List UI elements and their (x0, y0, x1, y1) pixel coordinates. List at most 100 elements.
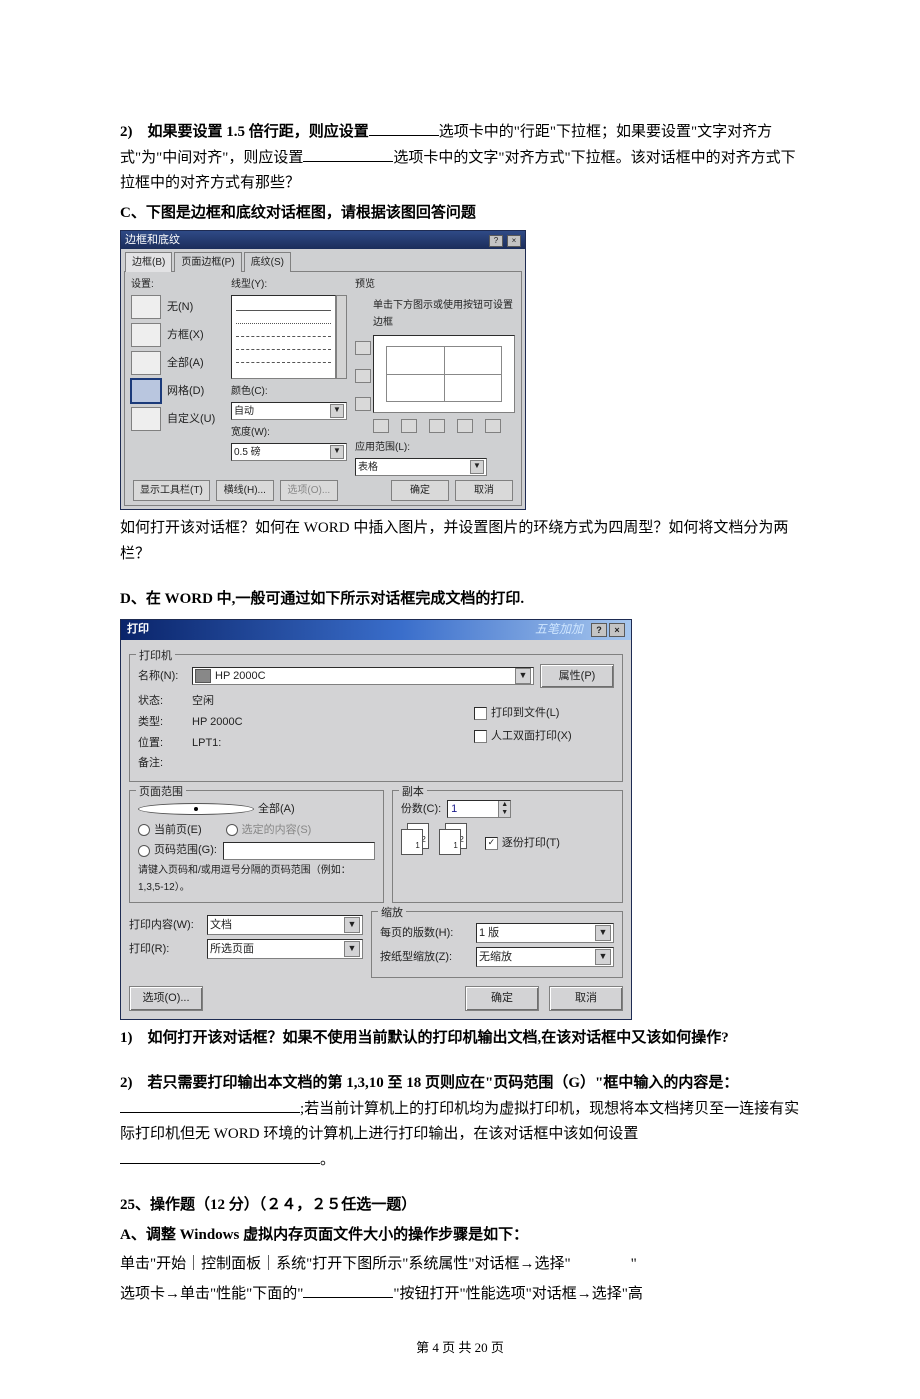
qd2-lead: 2) 若只需要打印输出本文档的第 1,3,10 至 18 页则应在"页码范围（G… (120, 1075, 738, 1091)
border-vmid-button[interactable] (429, 419, 445, 433)
chevron-down-icon: ▼ (344, 941, 360, 957)
range-pages-label: 页码范围(G): (154, 841, 217, 860)
content-value: 文档 (210, 916, 232, 935)
color-value: 自动 (234, 403, 254, 420)
blank-4[interactable] (120, 1148, 320, 1164)
style-scrollbar[interactable] (336, 295, 347, 379)
blank-1[interactable] (369, 120, 439, 136)
border-diag2-button[interactable] (485, 419, 501, 433)
persheet-value: 1 版 (479, 924, 499, 943)
preview-box[interactable] (373, 335, 515, 413)
spin-down-icon[interactable]: ▼ (498, 809, 510, 817)
loc-value: LPT1: (192, 734, 221, 753)
setting-custom[interactable]: 自定义(U) (131, 407, 223, 431)
setting-none-label: 无(N) (167, 298, 193, 317)
name-label: 名称(N): (138, 667, 186, 686)
options-button-disabled: 选项(O)... (280, 480, 338, 501)
range-legend: 页面范围 (136, 783, 186, 802)
status-value: 空闲 (192, 692, 214, 711)
border-left-button[interactable] (401, 419, 417, 433)
range-pages-radio[interactable]: 页码范围(G): (138, 841, 217, 860)
ok-button[interactable]: 确定 (465, 986, 539, 1011)
page-range-group: 页面范围 全部(A) 当前页(E) 选定的内容(S) 页码范围(G): 请键入页… (129, 790, 384, 903)
after-dialog1-question: 如何打开该对话框？如何在 WORD 中插入图片，并设置图片的环绕方式为四周型？如… (120, 516, 800, 567)
dialog2-body: 打印机 名称(N): HP 2000C ▼ 属性(P) 状态:空闲 (121, 640, 631, 1019)
width-value: 0.5 磅 (234, 444, 261, 461)
border-right-button[interactable] (457, 419, 473, 433)
close-icon[interactable]: × (507, 235, 521, 247)
q25-heading: 25、操作题（12 分）（２４，２５任选一题） (120, 1193, 800, 1219)
close-icon[interactable]: × (609, 623, 625, 637)
tab-shading[interactable]: 底纹(S) (244, 252, 291, 272)
setting-none[interactable]: 无(N) (131, 295, 223, 319)
tab-page-border[interactable]: 页面边框(P) (174, 252, 241, 272)
range-current-label: 当前页(E) (154, 821, 202, 840)
copies-spinner[interactable]: 1 ▲▼ (447, 800, 511, 818)
hline-button[interactable]: 横线(H)... (216, 480, 274, 501)
help-icon[interactable]: ? (489, 235, 503, 247)
blank-3[interactable] (120, 1097, 300, 1113)
settings-column: 设置: 无(N) 方框(X) 全部(A) 网格 (131, 276, 223, 476)
setting-custom-thumb (131, 407, 161, 431)
tab-border[interactable]: 边框(B) (125, 252, 172, 272)
help-icon[interactable]: ? (591, 623, 607, 637)
ok-button[interactable]: 确定 (391, 480, 449, 501)
range-current-radio[interactable]: 当前页(E) (138, 821, 202, 840)
border-bottom-button[interactable] (355, 397, 371, 411)
checkbox-icon (474, 707, 487, 720)
collate-checkbox[interactable]: ✓逐份打印(T) (485, 834, 560, 853)
copies-label: 份数(C): (401, 800, 441, 819)
manual-duplex-checkbox[interactable]: 人工双面打印(X) (474, 727, 614, 746)
collate-label: 逐份打印(T) (502, 834, 560, 853)
scale-dropdown[interactable]: 无缩放 ▼ (476, 947, 614, 967)
print-to-file-checkbox[interactable]: 打印到文件(L) (474, 704, 614, 723)
chevron-down-icon: ▼ (330, 404, 344, 418)
scale-value: 无缩放 (479, 948, 512, 967)
chevron-down-icon: ▼ (595, 925, 611, 941)
qd1-text: 1) 如何打开该对话框？如果不使用当前默认的打印机输出文档,在该对话框中又该如何… (120, 1030, 729, 1046)
setting-box[interactable]: 方框(X) (131, 323, 223, 347)
print-value: 所选页面 (210, 940, 254, 959)
settings-label: 设置: (131, 276, 223, 293)
apply-dropdown[interactable]: 表格 ▼ (355, 458, 487, 476)
cancel-button[interactable]: 取消 (549, 986, 623, 1011)
border-hmid-button[interactable] (355, 369, 371, 383)
setting-all[interactable]: 全部(A) (131, 351, 223, 375)
ime-signature: 五笔加加 (535, 619, 583, 639)
color-dropdown[interactable]: 自动 ▼ (231, 402, 347, 420)
border-diag1-button[interactable] (373, 419, 389, 433)
print-to-file-label: 打印到文件(L) (491, 704, 559, 723)
setting-all-thumb (131, 351, 161, 375)
printer-group-legend: 打印机 (136, 647, 175, 666)
show-toolbar-button[interactable]: 显示工具栏(T) (133, 480, 210, 501)
print-label: 打印(R): (129, 940, 201, 959)
zoom-legend: 缩放 (378, 904, 406, 923)
setting-grid[interactable]: 网格(D) (131, 379, 223, 403)
border-top-button[interactable] (355, 341, 371, 355)
range-pages-input[interactable] (223, 842, 375, 860)
copies-value: 1 (448, 801, 498, 817)
cancel-button[interactable]: 取消 (455, 480, 513, 501)
range-selection-label: 选定的内容(S) (242, 821, 312, 840)
options-button[interactable]: 选项(O)... (129, 986, 203, 1011)
printer-name-dropdown[interactable]: HP 2000C ▼ (192, 667, 534, 685)
spin-up-icon[interactable]: ▲ (498, 801, 510, 809)
blank-5[interactable] (303, 1282, 393, 1298)
apply-value: 表格 (358, 459, 378, 476)
width-label: 宽度(W): (231, 424, 347, 441)
persheet-dropdown[interactable]: 1 版 ▼ (476, 923, 614, 943)
q2-lead: 2) 如果要设置 1.5 倍行距，则应设置 (120, 124, 369, 140)
style-listbox[interactable] (231, 295, 336, 379)
range-all-radio[interactable]: 全部(A) (138, 800, 295, 819)
range-all-label: 全部(A) (258, 800, 295, 819)
checkbox-icon (474, 730, 487, 743)
content-dropdown[interactable]: 文档 ▼ (207, 915, 363, 935)
print-dropdown[interactable]: 所选页面 ▼ (207, 939, 363, 959)
width-dropdown[interactable]: 0.5 磅 ▼ (231, 443, 347, 461)
setting-box-thumb (131, 323, 161, 347)
blank-2[interactable] (303, 146, 393, 162)
properties-button[interactable]: 属性(P) (540, 664, 614, 689)
chevron-down-icon: ▼ (470, 460, 484, 474)
dialog1-title: 边框和底纹 (125, 231, 180, 250)
qd1-question: 1) 如何打开该对话框？如果不使用当前默认的打印机输出文档,在该对话框中又该如何… (120, 1026, 800, 1052)
